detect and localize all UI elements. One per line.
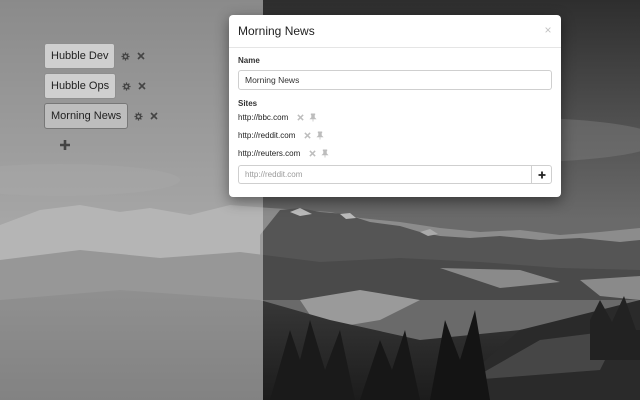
edit-group-modal: Morning News × Name Sites http://bbc.com…: [229, 15, 561, 197]
name-label: Name: [238, 56, 552, 65]
close-icon[interactable]: [308, 149, 317, 158]
pin-icon[interactable]: [320, 149, 329, 158]
site-row: http://reuters.com: [238, 145, 552, 162]
close-icon[interactable]: [135, 50, 147, 62]
group-button-morning-news[interactable]: Morning News: [44, 103, 128, 129]
add-group-button[interactable]: [59, 138, 71, 150]
group-row-morning-news: Morning News: [44, 103, 160, 129]
group-button-hubble-dev[interactable]: Hubble Dev: [44, 43, 115, 69]
site-url: http://reuters.com: [238, 149, 300, 158]
site-row: http://reddit.com: [238, 127, 552, 144]
close-icon[interactable]: [303, 131, 312, 140]
plus-icon: [59, 139, 71, 151]
add-site-button[interactable]: [531, 165, 552, 184]
site-url: http://reddit.com: [238, 131, 295, 140]
modal-header: Morning News ×: [229, 15, 561, 48]
close-icon[interactable]: [296, 113, 305, 122]
gear-icon[interactable]: [120, 80, 132, 92]
site-row: http://bbc.com: [238, 109, 552, 126]
gear-icon[interactable]: [132, 110, 144, 122]
modal-body: Name Sites http://bbc.com http://reddit.…: [229, 48, 561, 184]
group-name-input[interactable]: [238, 70, 552, 90]
new-site-input[interactable]: [238, 165, 531, 184]
pin-icon[interactable]: [308, 113, 317, 122]
group-row-hubble-ops: Hubble Ops: [44, 73, 148, 99]
group-row-hubble-dev: Hubble Dev: [44, 43, 147, 69]
gear-icon[interactable]: [119, 50, 131, 62]
plus-icon: [538, 171, 546, 179]
close-icon[interactable]: [148, 110, 160, 122]
site-url: http://bbc.com: [238, 113, 288, 122]
modal-title: Morning News: [238, 24, 315, 38]
pin-icon[interactable]: [315, 131, 324, 140]
add-site-row: [238, 165, 552, 184]
close-icon[interactable]: ×: [543, 24, 553, 36]
group-button-hubble-ops[interactable]: Hubble Ops: [44, 73, 116, 99]
sites-label: Sites: [238, 99, 552, 108]
close-icon[interactable]: [136, 80, 148, 92]
